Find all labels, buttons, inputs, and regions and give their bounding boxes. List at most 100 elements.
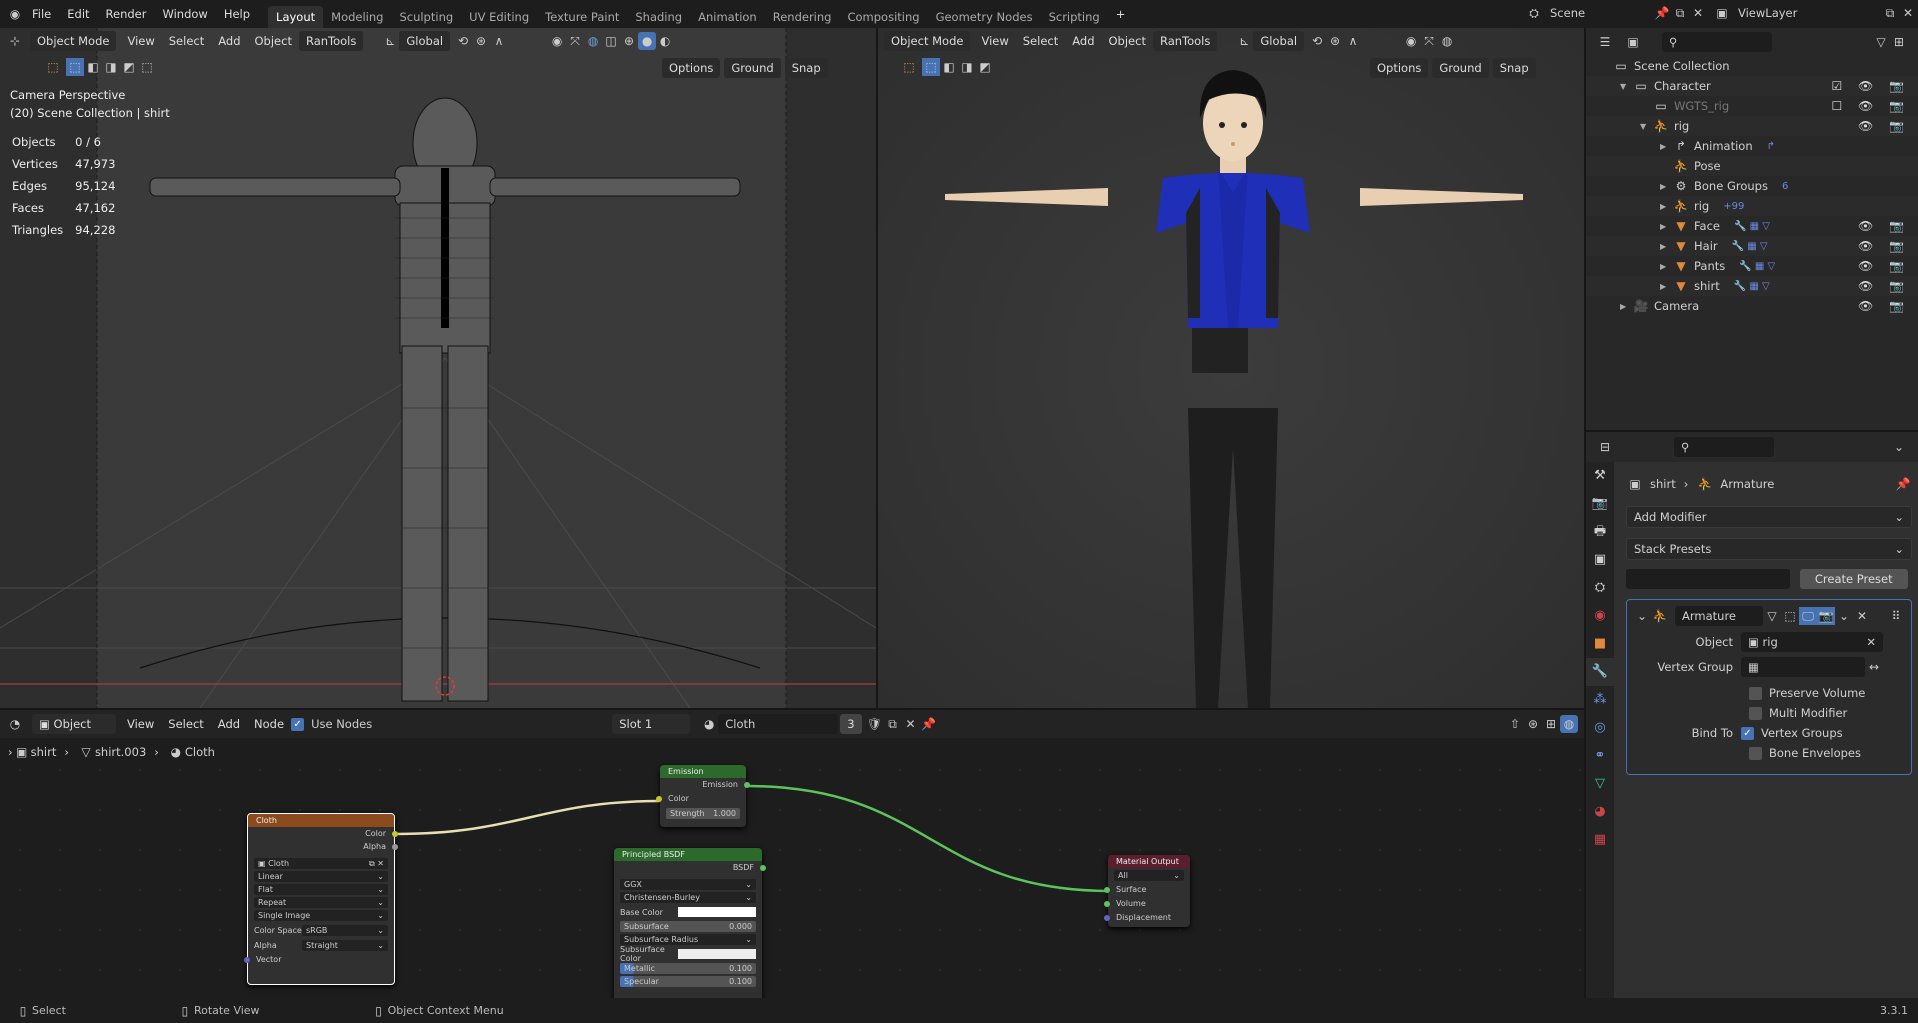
workspace-tab-geometry-nodes[interactable]: Geometry Nodes bbox=[928, 6, 1041, 28]
add-modifier-dropdown[interactable]: Add Modifier ⌄ bbox=[1626, 506, 1912, 528]
tool-select-icon[interactable]: ⬚ bbox=[900, 58, 918, 76]
object-field[interactable]: ▣ rig ✕ bbox=[1741, 632, 1883, 652]
outliner-item[interactable]: ▭ WGTS_rig ☐ 👁 📷 bbox=[1586, 96, 1918, 116]
clear-object-icon[interactable]: ✕ bbox=[1866, 632, 1876, 652]
workspace-tab-shading[interactable]: Shading bbox=[627, 6, 690, 28]
outliner-item[interactable]: ▭ Scene Collection bbox=[1586, 56, 1918, 76]
vertex-groups-checkbox[interactable]: ✓ Vertex Groups bbox=[1741, 723, 1843, 743]
select-new-icon[interactable]: ⬚ bbox=[922, 58, 940, 76]
filter-icon[interactable]: ▽ bbox=[1872, 33, 1890, 51]
multi-modifier-checkbox[interactable]: Multi Modifier bbox=[1749, 703, 1905, 723]
remove-modifier-icon[interactable]: ✕ bbox=[1853, 607, 1871, 625]
menu-window[interactable]: Window bbox=[154, 0, 215, 28]
interpolation-dropdown[interactable]: Linear ⌄ bbox=[254, 871, 388, 882]
invert-vertex-group-icon[interactable]: ↔ bbox=[1865, 658, 1883, 676]
mode-dropdown-right[interactable]: Object Mode bbox=[884, 31, 971, 51]
base-color-swatch[interactable] bbox=[678, 907, 756, 917]
options-dropdown[interactable]: Options bbox=[662, 58, 721, 78]
menu-file[interactable]: File bbox=[24, 0, 59, 28]
expand-arrow-icon[interactable]: ▶ bbox=[1660, 222, 1672, 231]
outliner-item[interactable]: ▶ ▼ Hair 🔧 ▦ ▽ 👁 📷 bbox=[1586, 236, 1918, 256]
workspace-tab-compositing[interactable]: Compositing bbox=[839, 6, 927, 28]
workspace-tab-modeling[interactable]: Modeling bbox=[323, 6, 391, 28]
view-layer-tab-icon[interactable]: ▣ bbox=[1586, 546, 1614, 574]
wireframe-shading-icon[interactable]: ⊕ bbox=[620, 32, 638, 50]
snap-icon[interactable]: ⊛ bbox=[472, 32, 490, 50]
principled-bsdf-node[interactable]: Principled BSDF BSDF GGX ⌄ Christensen-Bu… bbox=[614, 848, 766, 998]
image-texture-node[interactable]: Cloth Color Alpha ▣ Cloth ⧉ ✕ Linear ⌄ Fla… bbox=[244, 813, 398, 985]
select-intersect-icon[interactable]: ⬚ bbox=[138, 58, 156, 76]
viewport-rendered[interactable]: Object Mode View Select Add Object RanTo… bbox=[878, 28, 1584, 708]
outliner-search-input[interactable]: ⚲ bbox=[1662, 32, 1772, 52]
rantools-dropdown-right[interactable]: RanTools bbox=[1152, 31, 1218, 51]
expand-arrow-icon[interactable]: ▶ bbox=[1660, 262, 1672, 271]
outliner-item[interactable]: ▼ ▭ Character ☑ 👁 📷 bbox=[1586, 76, 1918, 96]
viewport-toggle-icon[interactable]: 🖵 bbox=[1799, 607, 1817, 625]
scene-icon[interactable]: ⛭ bbox=[1525, 4, 1543, 22]
menu-select[interactable]: Select bbox=[162, 34, 211, 48]
modifier-name-input[interactable]: Armature bbox=[1675, 606, 1763, 626]
tool-tab-icon[interactable]: ⚒ bbox=[1586, 462, 1614, 490]
cage-toggle-icon[interactable]: ⬚ bbox=[1781, 607, 1799, 625]
visibility-toggles[interactable]: 👁 📷 bbox=[1858, 279, 1910, 293]
output-tab-icon[interactable]: 🖶 bbox=[1586, 518, 1614, 546]
expand-arrow-icon[interactable]: ▶ bbox=[1660, 282, 1672, 291]
menu-help[interactable]: Help bbox=[216, 0, 258, 28]
menu-object[interactable]: Object bbox=[248, 34, 299, 48]
pivot-icon[interactable]: ⟲ bbox=[454, 32, 472, 50]
workspace-tab-scripting[interactable]: Scripting bbox=[1041, 6, 1108, 28]
workspace-tab-layout[interactable]: Layout bbox=[268, 6, 324, 28]
data-tab-icon[interactable]: ▽ bbox=[1586, 770, 1614, 798]
render-toggle-icon[interactable]: 📷 bbox=[1817, 607, 1835, 625]
collapse-chevron-icon[interactable]: ⌄ bbox=[1633, 607, 1651, 625]
pin-icon[interactable]: 📌 bbox=[1653, 4, 1671, 22]
tool-select-icon[interactable]: ⬚ bbox=[44, 58, 62, 76]
visibility-toggles[interactable]: 👁 📷 bbox=[1858, 119, 1910, 133]
overlay-icon[interactable]: ◍ bbox=[1438, 32, 1456, 50]
outliner-item[interactable]: ▶ ▼ shirt 🔧 ▦ ▽ 👁 📷 bbox=[1586, 276, 1918, 296]
modifier-menu-icon[interactable]: ⌄ bbox=[1835, 607, 1853, 625]
select-new-icon[interactable]: ⬚ bbox=[66, 58, 84, 76]
snap-button[interactable]: Snap bbox=[784, 58, 828, 78]
alpha-mode-dropdown[interactable]: Straight ⌄ bbox=[302, 940, 388, 951]
select-extend-icon[interactable]: ◧ bbox=[84, 58, 102, 76]
workspace-tab-uv-editing[interactable]: UV Editing bbox=[461, 6, 537, 28]
orientation-dropdown-right[interactable]: Global bbox=[1253, 31, 1305, 51]
gizmo-icon[interactable]: ⤧ bbox=[566, 32, 584, 50]
new-collection-icon[interactable]: ⊞ bbox=[1890, 33, 1908, 51]
display-mode-icon[interactable]: ☰ bbox=[1596, 33, 1614, 51]
drag-handle-icon[interactable]: ⠿ bbox=[1887, 607, 1905, 625]
editor-type-icon[interactable]: ⊟ bbox=[1596, 438, 1614, 456]
options-chevron-icon[interactable]: ⌄ bbox=[1890, 438, 1908, 456]
visibility-toggles[interactable]: 👁 📷 bbox=[1858, 219, 1910, 233]
expand-arrow-icon[interactable]: ▶ bbox=[1660, 202, 1672, 211]
orientation-dropdown[interactable]: Global bbox=[399, 31, 451, 51]
workspace-tab-texture-paint[interactable]: Texture Paint bbox=[537, 6, 627, 28]
scene-tab-icon[interactable]: ⛭ bbox=[1586, 574, 1614, 602]
solid-shading-icon[interactable]: ● bbox=[638, 32, 657, 50]
blender-logo-icon[interactable]: ◉ bbox=[6, 5, 24, 23]
select-invert-icon[interactable]: ◩ bbox=[120, 58, 138, 76]
ground-button[interactable]: Ground bbox=[724, 58, 781, 78]
physics-tab-icon[interactable]: ◎ bbox=[1586, 714, 1614, 742]
workspace-tab-sculpting[interactable]: Sculpting bbox=[391, 6, 461, 28]
visibility-icon[interactable]: ◉ bbox=[1402, 32, 1420, 50]
material-shading-icon[interactable]: ◐ bbox=[656, 32, 674, 50]
preserve-volume-checkbox[interactable]: Preserve Volume bbox=[1749, 683, 1905, 703]
source-dropdown[interactable]: Single Image ⌄ bbox=[254, 910, 388, 921]
new-view-layer-icon[interactable]: ⧉ bbox=[1881, 4, 1899, 22]
outliner-item[interactable]: ▼ ⛹ rig 👁 📷 bbox=[1586, 116, 1918, 136]
emission-node[interactable]: Emission Emission Color Strength 1.000 bbox=[656, 765, 750, 827]
constraints-tab-icon[interactable]: ⚭ bbox=[1586, 742, 1614, 770]
xray-icon[interactable]: ◫ bbox=[602, 32, 620, 50]
outliner-item[interactable]: ▶ ⛹ rig +99 bbox=[1586, 196, 1918, 216]
stack-presets-dropdown[interactable]: Stack Presets ⌄ bbox=[1626, 538, 1912, 560]
visibility-toggles[interactable]: 👁 📷 bbox=[1858, 239, 1910, 253]
new-scene-icon[interactable]: ⧉ bbox=[1671, 4, 1689, 22]
object-tab-icon[interactable]: ■ bbox=[1586, 630, 1614, 658]
select-subtract-icon[interactable]: ◨ bbox=[102, 58, 120, 76]
proportional-icon[interactable]: ∧ bbox=[490, 32, 508, 50]
modifier-tab-icon[interactable]: 🔧 bbox=[1586, 658, 1614, 686]
material-output-node[interactable]: Material Output All ⌄ Surface Volume Disp… bbox=[1104, 855, 1190, 927]
pivot-icon[interactable]: ⟲ bbox=[1308, 32, 1326, 50]
